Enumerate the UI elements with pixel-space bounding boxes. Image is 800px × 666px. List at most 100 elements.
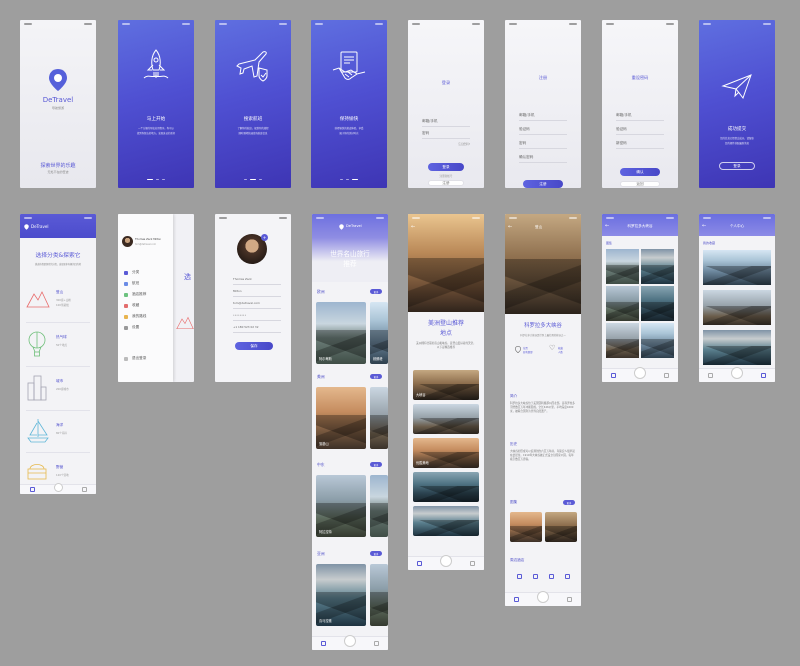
mountain-card[interactable]: 阿尔卑斯 [316, 302, 366, 364]
status-bar [215, 20, 291, 27]
more-button[interactable]: 更多 [563, 500, 575, 505]
drawer-item-settings[interactable]: 设置 [124, 325, 139, 330]
save-button[interactable]: 保存 [235, 342, 273, 350]
gallery-photo[interactable] [641, 286, 674, 321]
favorite-card[interactable] [703, 330, 771, 365]
tab-home-button[interactable] [53, 483, 63, 492]
category-item[interactable]: 热气球 50个地点 [26, 322, 90, 366]
mountain-card[interactable]: 勃朗峰 [370, 302, 388, 364]
reset-back-button[interactable]: 返回 [620, 181, 660, 187]
edit-avatar-button[interactable]: + [261, 234, 268, 241]
gallery-thumb[interactable] [510, 512, 542, 542]
tab-home-button[interactable] [537, 590, 549, 603]
mountain-card[interactable] [370, 475, 388, 537]
tab-category-icon[interactable] [321, 641, 326, 646]
back-icon[interactable]: ← [411, 224, 415, 230]
login-user-field[interactable]: 邮箱/手机 [422, 118, 470, 127]
category-item[interactable]: 登山 300座+山峰 100条路线 [26, 278, 90, 322]
register-submit-button[interactable]: 注册 [523, 180, 563, 188]
register-button[interactable]: 注册 [428, 180, 464, 186]
username-field[interactable]: Milton [233, 288, 281, 297]
tab-home-button[interactable] [440, 554, 452, 567]
tab-profile-icon[interactable] [664, 373, 669, 378]
grid-icon [124, 270, 128, 275]
password-field[interactable]: •••••••• [233, 312, 281, 321]
login-button[interactable]: 登录 [428, 163, 464, 171]
hotel-icon[interactable] [532, 574, 538, 579]
more-button[interactable]: 更多 [370, 462, 382, 467]
tab-category-icon[interactable] [417, 561, 422, 566]
category-item[interactable]: 海洋 80个海岸 [26, 410, 90, 454]
favorite-card[interactable] [703, 290, 771, 325]
reset-field-1[interactable]: 邮箱/手机 [616, 112, 664, 121]
gallery-photo[interactable] [606, 323, 639, 358]
drawer-item-route[interactable]: 我的路线 [124, 314, 146, 319]
reset-field-2[interactable]: 验证码 [616, 126, 664, 135]
register-link[interactable]: 注册新帐号 [408, 174, 484, 178]
section-asia: 亚洲 [317, 551, 325, 556]
register-field-3[interactable]: 密码 [519, 140, 567, 149]
pin-logo-icon [49, 69, 67, 91]
mountain-card[interactable]: 阿拉拉特 [316, 475, 366, 537]
email-field[interactable]: tom@detravel.com [233, 300, 281, 309]
back-icon[interactable]: ← [508, 224, 512, 230]
gallery-photo[interactable] [606, 286, 639, 321]
tab-category-icon[interactable] [708, 373, 713, 378]
tab-profile-icon[interactable] [81, 487, 87, 492]
place-card[interactable] [413, 506, 479, 536]
success-login-button[interactable]: 登录 [719, 162, 755, 170]
place-card[interactable] [413, 404, 479, 434]
drawer-panel: Thomas Zack Milton tom@detravel.com 分类 航… [118, 214, 173, 382]
reset-field-3[interactable]: 新密码 [616, 140, 664, 149]
place-card[interactable] [413, 472, 479, 502]
login-password-field[interactable]: 密码 [422, 130, 470, 139]
tab-profile-icon[interactable] [761, 373, 766, 378]
register-field-2[interactable]: 验证码 [519, 126, 567, 135]
gallery-thumb[interactable] [545, 512, 577, 542]
mountain-card[interactable]: 喜马拉雅 [316, 564, 366, 626]
tab-profile-icon[interactable] [567, 597, 572, 602]
category-item[interactable]: 城市 200座城市 [26, 366, 90, 410]
tab-home-button[interactable] [344, 634, 356, 647]
heart-icon[interactable]: ♡ [549, 344, 555, 352]
register-field-1[interactable]: 邮箱/手机 [519, 112, 567, 121]
gallery-photo[interactable] [641, 323, 674, 358]
tab-home-button[interactable] [634, 366, 646, 379]
more-button[interactable]: 更多 [370, 289, 382, 294]
tab-category-icon[interactable] [611, 373, 616, 378]
register-field-4[interactable]: 确认密码 [519, 154, 567, 163]
tab-home-button[interactable] [731, 366, 743, 379]
tab-category-icon[interactable] [514, 597, 519, 602]
hotel-icon [124, 292, 128, 297]
reset-confirm-button[interactable]: 确认 [620, 168, 660, 176]
drawer-item-hotel[interactable]: 酒店推荐 [124, 292, 146, 297]
drawer-item-category[interactable]: 分类 [124, 270, 139, 275]
place-card[interactable]: 优胜美地 [413, 438, 479, 468]
gallery-photo[interactable] [641, 249, 674, 284]
name-field[interactable]: Thomas Zack [233, 276, 281, 285]
tab-profile-icon[interactable] [374, 641, 379, 646]
mountain-card[interactable] [370, 564, 388, 626]
paper-plane-icon [721, 74, 752, 100]
tab-category-icon[interactable] [29, 487, 35, 492]
more-button[interactable]: 更多 [370, 374, 382, 379]
user-avatar[interactable] [122, 236, 133, 247]
status-bar [699, 20, 775, 27]
place-card[interactable]: 大峡谷 [413, 370, 479, 400]
hotel-icon[interactable] [548, 574, 554, 579]
gallery-photo[interactable] [606, 249, 639, 284]
success-text-2: 您的邮件获取最新消息 [725, 142, 749, 145]
drawer-item-flight[interactable]: 航班 [124, 281, 139, 286]
phone-field[interactable]: +1 180 523 02 32 [233, 324, 281, 333]
mountain-card[interactable] [370, 387, 388, 449]
drawer-item-favorite[interactable]: 收藏 [124, 303, 139, 308]
logout-button[interactable]: 退出登录 [124, 356, 146, 361]
forgot-password-link[interactable]: 忘记密码? [458, 142, 470, 146]
favorite-card[interactable] [703, 250, 771, 285]
mountain-card[interactable]: 落基山 [316, 387, 366, 449]
hotel-icon[interactable] [516, 574, 522, 579]
hotel-icon[interactable] [564, 574, 570, 579]
history-text: 大峡谷的形成可以追溯到约六百万年前，印第安人很早就在此居住，1919年大峡谷被正… [510, 450, 575, 462]
tab-profile-icon[interactable] [470, 561, 475, 566]
more-button[interactable]: 更多 [370, 551, 382, 556]
